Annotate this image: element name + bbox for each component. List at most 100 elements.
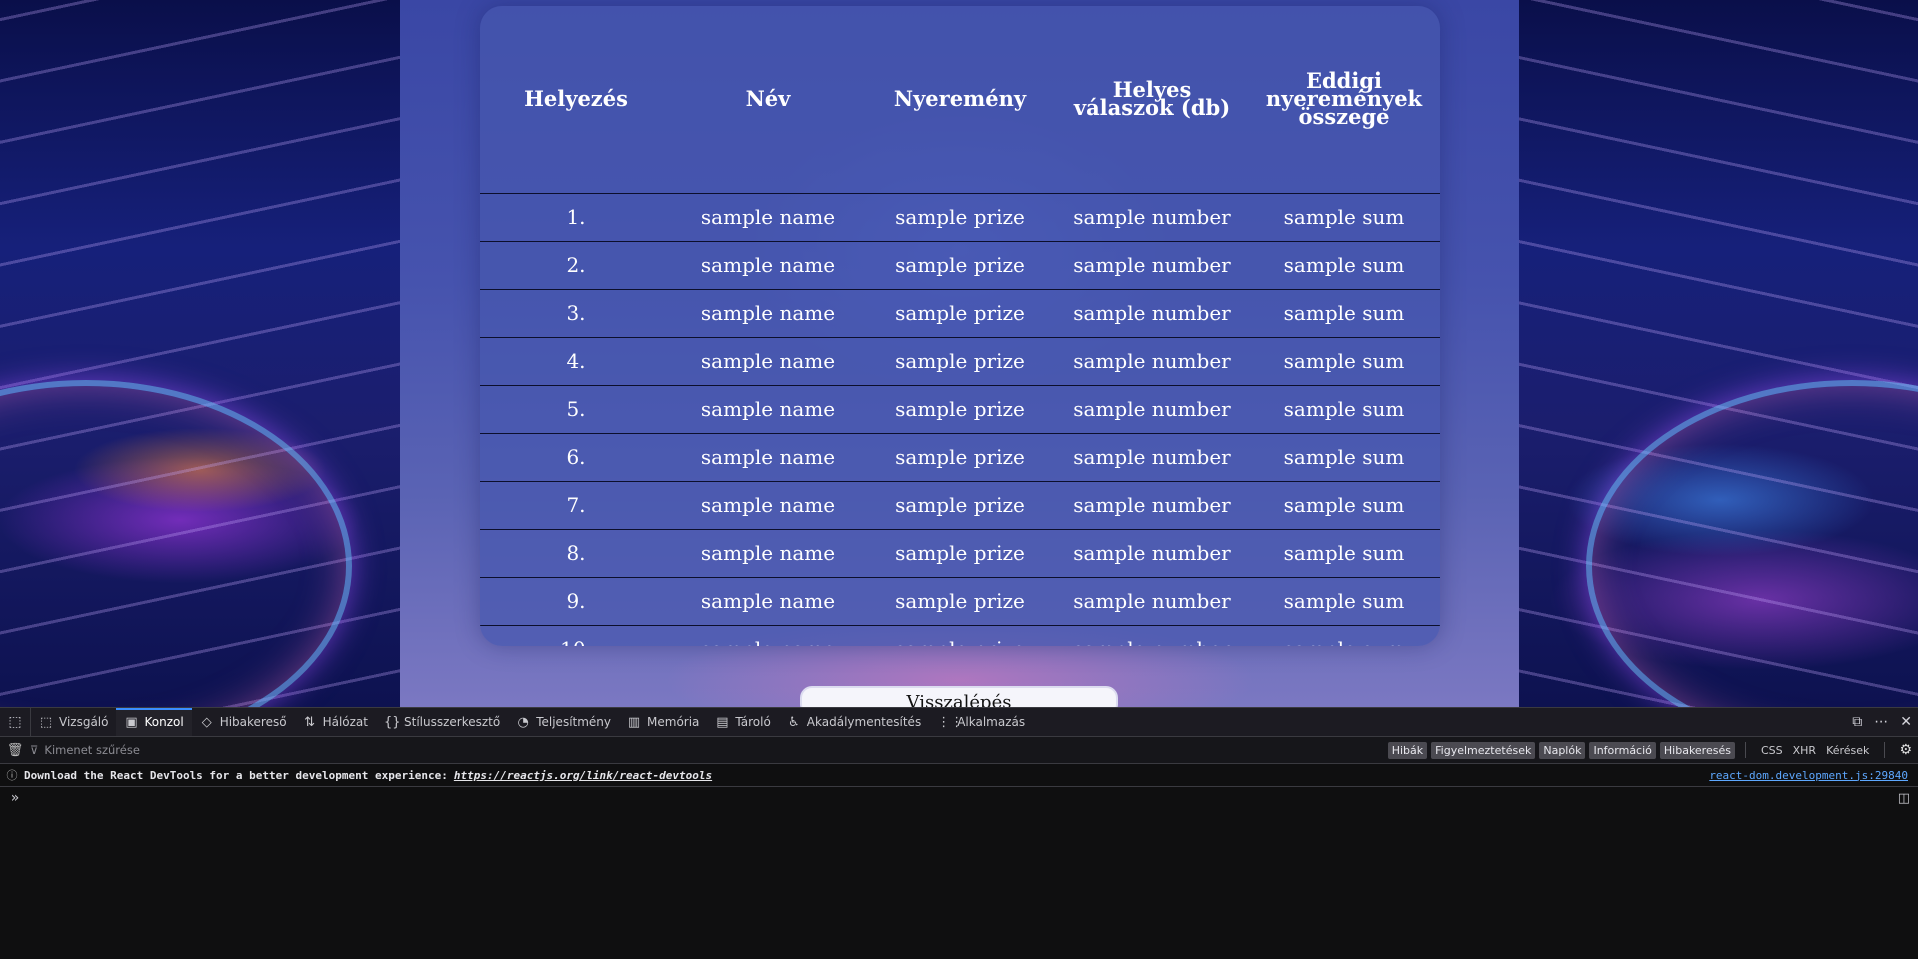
- cell-rank: 9.: [480, 576, 672, 625]
- tab-label: Alkalmazás: [957, 715, 1026, 729]
- performance-icon: ◔: [517, 714, 529, 730]
- cell-correct-answers: sample number: [1056, 240, 1248, 289]
- cell-name: sample name: [672, 576, 864, 625]
- leaderboard-table: Helyezés Név Nyeremény Helyes válaszok (…: [480, 6, 1440, 646]
- cell-total-winnings: sample sum: [1248, 336, 1440, 385]
- memory-icon: ▥: [627, 714, 641, 730]
- info-icon: ⓘ: [6, 769, 18, 782]
- request-type-toggle[interactable]: Kérések: [1821, 744, 1874, 757]
- cell-rank: 6.: [480, 432, 672, 481]
- cell-name: sample name: [672, 528, 864, 577]
- request-type-toggle[interactable]: CSS: [1756, 744, 1788, 757]
- tab-storage[interactable]: ▤ Tároló: [707, 708, 778, 736]
- cell-rank: 2.: [480, 240, 672, 289]
- table-row: 4. sample name sample prize sample number sa…: [480, 336, 1440, 385]
- request-type-toggle[interactable]: XHR: [1788, 744, 1821, 757]
- filter-icon: ⊽: [30, 743, 39, 757]
- tab-console[interactable]: ▣ Konzol: [116, 708, 192, 736]
- divider: [1744, 742, 1746, 758]
- dock-side-icon[interactable]: ⧉: [1852, 714, 1862, 730]
- console-message-link[interactable]: https://reactjs.org/link/react-devtools: [454, 769, 712, 782]
- header-rank: Helyezés: [524, 86, 628, 112]
- cell-prize: sample prize: [864, 288, 1056, 337]
- editor-mode-icon[interactable]: ◫: [1898, 791, 1910, 806]
- cell-prize: sample prize: [864, 432, 1056, 481]
- cell-name: sample name: [672, 480, 864, 529]
- back-button[interactable]: Visszalépés: [800, 686, 1118, 707]
- table-row: 3. sample name sample prize sample number sa…: [480, 288, 1440, 337]
- cell-prize: sample prize: [864, 576, 1056, 625]
- filter-input[interactable]: ⊽ Kimenet szűrése: [30, 743, 140, 757]
- cell-total-winnings: sample sum: [1248, 192, 1440, 241]
- table-row: 5. sample name sample prize sample number sa…: [480, 384, 1440, 433]
- tab-inspector[interactable]: ⬚ Vizsgáló: [31, 708, 116, 736]
- cell-correct-answers: sample number: [1056, 528, 1248, 577]
- page-viewport: Helyezés Név Nyeremény Helyes válaszok (…: [0, 0, 1918, 707]
- log-level-toggle[interactable]: Információ: [1589, 741, 1656, 759]
- accessibility-icon: ♿: [787, 714, 800, 730]
- cell-name: sample name: [672, 432, 864, 481]
- cell-prize: sample prize: [864, 192, 1056, 241]
- tab-network[interactable]: ⇅ Hálózat: [295, 708, 376, 736]
- close-icon[interactable]: ✕: [1900, 714, 1912, 730]
- cell-correct-answers: sample number: [1056, 432, 1248, 481]
- console-message-source[interactable]: react-dom.development.js:29840: [1709, 769, 1908, 782]
- console-message-text: Download the React DevTools for a better…: [24, 768, 448, 782]
- table-row: 1. sample name sample prize sample number sa…: [480, 192, 1440, 241]
- cell-total-winnings: sample sum: [1248, 480, 1440, 529]
- table-row: 7. sample name sample prize sample number sa…: [480, 480, 1440, 529]
- log-level-toggle[interactable]: Figyelmeztetések: [1431, 741, 1536, 759]
- cell-correct-answers: sample number: [1056, 192, 1248, 241]
- cell-prize: sample prize: [864, 384, 1056, 433]
- console-filter-bar: 🗑 ⊽ Kimenet szűrése Hibák Figyelmeztetése…: [0, 737, 1918, 764]
- tab-application[interactable]: ⋮⋮ Alkalmazás: [929, 708, 1033, 736]
- debugger-icon: ◇: [201, 714, 212, 730]
- cell-correct-answers: sample number: [1056, 336, 1248, 385]
- cell-total-winnings: sample sum: [1248, 240, 1440, 289]
- log-level-toggle[interactable]: Naplók: [1539, 741, 1586, 759]
- leaderboard-header-row: Helyezés Név Nyeremény Helyes válaszok (…: [480, 6, 1440, 193]
- cell-correct-answers: sample number: [1056, 624, 1248, 646]
- tab-style-editor[interactable]: {} Stílusszerkesztő: [376, 708, 508, 736]
- cell-prize: sample prize: [864, 480, 1056, 529]
- more-options-icon[interactable]: ⋯: [1874, 714, 1888, 730]
- cell-rank: 8.: [480, 528, 672, 577]
- tab-label: Vizsgáló: [59, 715, 109, 729]
- cell-prize: sample prize: [864, 336, 1056, 385]
- cell-name: sample name: [672, 624, 864, 646]
- storage-icon: ▤: [716, 714, 729, 730]
- log-level-toggle[interactable]: Hibák: [1387, 741, 1428, 759]
- filter-placeholder: Kimenet szűrése: [44, 743, 140, 757]
- tab-memory[interactable]: ▥ Memória: [619, 708, 707, 736]
- cell-name: sample name: [672, 384, 864, 433]
- devtools-toolbar: ⬚ ⬚ Vizsgáló ▣ Konzol ◇ Hibakereső ⇅ Hálózat {} S…: [0, 707, 1918, 737]
- table-row: 10.sample namesample prizesample numbers…: [480, 624, 1440, 646]
- network-icon: ⇅: [304, 714, 316, 730]
- tab-label: Tároló: [735, 715, 771, 729]
- console-icon: ▣: [125, 714, 138, 730]
- cell-total-winnings: sample sum: [1248, 432, 1440, 481]
- gear-icon[interactable]: ⚙: [1899, 742, 1912, 758]
- tab-label: Konzol: [144, 715, 184, 729]
- cell-name: sample name: [672, 240, 864, 289]
- tab-label: Hibakereső: [219, 715, 287, 729]
- console-message: ⓘ Download the React DevTools for a bett…: [0, 764, 1918, 787]
- tab-performance[interactable]: ◔ Teljesítmény: [508, 708, 619, 736]
- cell-correct-answers: sample number: [1056, 288, 1248, 337]
- tab-label: Akadálymentesítés: [806, 715, 922, 729]
- cell-name: sample name: [672, 288, 864, 337]
- tab-accessibility[interactable]: ♿ Akadálymentesítés: [779, 708, 929, 736]
- console-input[interactable]: » ◫: [0, 787, 1918, 809]
- cell-total-winnings: sample sum: [1248, 528, 1440, 577]
- element-picker-icon[interactable]: ⬚: [0, 708, 31, 736]
- log-level-toggle[interactable]: Hibakeresés: [1659, 741, 1735, 759]
- cell-correct-answers: sample number: [1056, 480, 1248, 529]
- tab-debugger[interactable]: ◇ Hibakereső: [192, 708, 295, 736]
- prompt-chevron-icon: »: [10, 790, 20, 806]
- table-row: 8. sample name sample prize sample number sa…: [480, 528, 1440, 577]
- header-total-winnings: Eddigi nyeremények összege: [1265, 68, 1423, 130]
- clear-console-icon[interactable]: 🗑: [0, 743, 30, 758]
- cell-correct-answers: sample number: [1056, 576, 1248, 625]
- tab-label: Memória: [647, 715, 700, 729]
- table-row: 2. sample name sample prize sample number sa…: [480, 240, 1440, 289]
